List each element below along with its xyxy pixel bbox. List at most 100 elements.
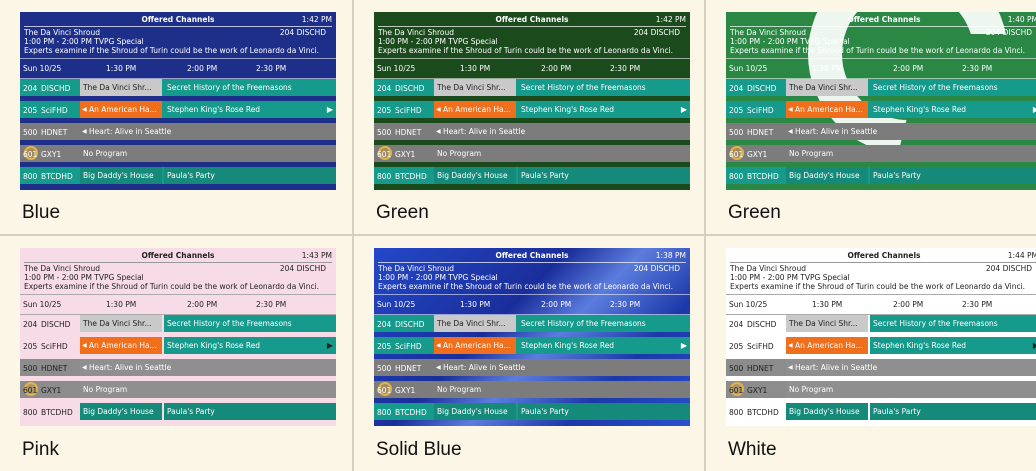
program-cell[interactable]: Big Daddy's House: [786, 167, 868, 184]
channel-row[interactable]: 500 HDNET Heart: Alive in Seattle ◀: [374, 122, 690, 141]
channel-row[interactable]: 601 GXY1 No Program: [726, 380, 1036, 399]
program-cell[interactable]: The Da Vinci Shr...: [434, 315, 516, 332]
program-cell[interactable]: The Da Vinci Shr...: [786, 315, 868, 332]
channel-row[interactable]: 500 HDNET Heart: Alive in Seattle ◀: [726, 358, 1036, 377]
program-cell[interactable]: Big Daddy's House: [80, 167, 162, 184]
channel-row[interactable]: 601 GXY1 No Program: [20, 380, 336, 399]
program-cell[interactable]: No Program: [786, 381, 1036, 398]
theme-cell[interactable]: Offered Channels 1:42 PM The Da Vinci Sh…: [354, 0, 706, 236]
program-cell[interactable]: Paula's Party: [164, 403, 336, 420]
program-cell[interactable]: Stephen King's Rose Red: [518, 101, 690, 118]
channel-number: 500: [729, 128, 744, 137]
channel-row[interactable]: 800 BTCDHD Big Daddy's House Paula's Party: [374, 402, 690, 421]
program-cell[interactable]: An American Ha...: [786, 337, 868, 354]
scroll-right-icon[interactable]: ▶: [681, 105, 687, 114]
program-cell[interactable]: The Da Vinci Shr...: [80, 79, 162, 96]
channel-number: 800: [729, 172, 744, 181]
program-cell[interactable]: Heart: Alive in Seattle: [786, 359, 1036, 376]
continued-left-icon: ◀: [788, 342, 793, 349]
program-cell[interactable]: Secret History of the Freemasons: [870, 315, 1036, 332]
guide-header-title: Offered Channels: [141, 15, 215, 24]
theme-cell[interactable]: Offered Channels 1:43 PM The Da Vinci Sh…: [0, 236, 354, 471]
program-cell[interactable]: Heart: Alive in Seattle: [434, 359, 690, 376]
program-cell[interactable]: Secret History of the Freemasons: [870, 79, 1036, 96]
program-cell[interactable]: Heart: Alive in Seattle: [80, 359, 336, 376]
program-cell[interactable]: Stephen King's Rose Red: [870, 337, 1036, 354]
guide-screen: Offered Channels 1:42 PM The Da Vinci Sh…: [20, 12, 336, 190]
program-cell[interactable]: An American Ha...: [434, 337, 516, 354]
channel-row[interactable]: 205 SciFHD An American Ha... Stephen King's…: [726, 100, 1036, 119]
channel-row[interactable]: 204 DISCHD The Da Vinci Shr... Secret Histo…: [726, 78, 1036, 97]
program-cell[interactable]: No Program: [80, 381, 336, 398]
program-cell[interactable]: No Program: [786, 145, 1036, 162]
program-cell[interactable]: Paula's Party: [870, 167, 1036, 184]
program-cell[interactable]: The Da Vinci Shr...: [80, 315, 162, 332]
program-cell[interactable]: Paula's Party: [164, 167, 336, 184]
program-cell[interactable]: Heart: Alive in Seattle: [80, 123, 336, 140]
program-cell[interactable]: Stephen King's Rose Red: [164, 101, 336, 118]
program-cell[interactable]: Big Daddy's House: [434, 167, 516, 184]
scroll-right-icon[interactable]: ▶: [327, 105, 333, 114]
channel-row[interactable]: 205 SciFHD An American Ha... Stephen King's…: [374, 336, 690, 355]
channel-row[interactable]: 205 SciFHD An American Ha... Stephen King's…: [374, 100, 690, 119]
program-cell[interactable]: Paula's Party: [518, 403, 690, 420]
channel-number: 205: [729, 106, 744, 115]
program-cell[interactable]: Big Daddy's House: [786, 403, 868, 420]
channel-row[interactable]: 601 GXY1 No Program: [374, 144, 690, 163]
channel-name: GXY1: [747, 150, 768, 159]
program-cell[interactable]: Secret History of the Freemasons: [164, 79, 336, 96]
program-cell[interactable]: Stephen King's Rose Red: [164, 337, 336, 354]
program-cell[interactable]: Big Daddy's House: [80, 403, 162, 420]
channel-row[interactable]: 204 DISCHD The Da Vinci Shr... Secret Histo…: [20, 314, 336, 333]
program-cell[interactable]: Heart: Alive in Seattle: [786, 123, 1036, 140]
scroll-right-icon[interactable]: ▶: [681, 341, 687, 350]
program-cell[interactable]: No Program: [434, 145, 690, 162]
time-slot: 1:30 PM: [106, 300, 137, 309]
channel-row[interactable]: 205 SciFHD An American Ha... Stephen King's…: [726, 336, 1036, 355]
theme-cell[interactable]: Offered Channels 1:44 PM The Da Vinci Sh…: [706, 236, 1036, 471]
channel-row[interactable]: 601 GXY1 No Program: [20, 144, 336, 163]
program-cell[interactable]: Stephen King's Rose Red: [518, 337, 690, 354]
show-time: 1:00 PM - 2:00 PM TVPG Special: [730, 273, 850, 282]
channel-row[interactable]: 800 BTCDHD Big Daddy's House Paula's Party: [374, 166, 690, 185]
program-cell[interactable]: Stephen King's Rose Red: [870, 101, 1036, 118]
program-cell[interactable]: An American Ha...: [80, 337, 162, 354]
channel-row[interactable]: 500 HDNET Heart: Alive in Seattle ◀: [726, 122, 1036, 141]
theme-cell[interactable]: Offered Channels 1:42 PM The Da Vinci Sh…: [0, 0, 354, 236]
channel-row[interactable]: 500 HDNET Heart: Alive in Seattle ◀: [20, 358, 336, 377]
channel-row[interactable]: 800 BTCDHD Big Daddy's House Paula's Party: [726, 402, 1036, 421]
program-cell[interactable]: Paula's Party: [518, 167, 690, 184]
program-cell[interactable]: An American Ha...: [786, 101, 868, 118]
header-divider: [24, 26, 332, 27]
program-cell[interactable]: No Program: [80, 145, 336, 162]
scroll-right-icon[interactable]: ▶: [327, 341, 333, 350]
channel-row[interactable]: 601 GXY1 No Program: [374, 380, 690, 399]
channel-row[interactable]: 500 HDNET Heart: Alive in Seattle ◀: [20, 122, 336, 141]
program-cell[interactable]: The Da Vinci Shr...: [786, 79, 868, 96]
channel-row[interactable]: 205 SciFHD An American Ha... Stephen King's…: [20, 100, 336, 119]
program-cell[interactable]: Big Daddy's House: [434, 403, 516, 420]
channel-row[interactable]: 500 HDNET Heart: Alive in Seattle ◀: [374, 358, 690, 377]
theme-cell[interactable]: Offered Channels 1:40 PM The Da Vinci Sh…: [706, 0, 1036, 236]
channel-row[interactable]: 204 DISCHD The Da Vinci Shr... Secret Histo…: [374, 78, 690, 97]
channel-row[interactable]: 204 DISCHD The Da Vinci Shr... Secret Histo…: [374, 314, 690, 333]
program-cell[interactable]: Secret History of the Freemasons: [518, 79, 690, 96]
theme-cell[interactable]: Offered Channels 1:38 PM The Da Vinci Sh…: [354, 236, 706, 471]
program-cell[interactable]: Secret History of the Freemasons: [164, 315, 336, 332]
channel-row[interactable]: 800 BTCDHD Big Daddy's House Paula's Party: [20, 166, 336, 185]
channel-row[interactable]: 800 BTCDHD Big Daddy's House Paula's Party: [20, 402, 336, 421]
program-cell[interactable]: Secret History of the Freemasons: [518, 315, 690, 332]
channel-row[interactable]: 204 DISCHD The Da Vinci Shr... Secret Histo…: [20, 78, 336, 97]
channel-row[interactable]: 800 BTCDHD Big Daddy's House Paula's Party: [726, 166, 1036, 185]
guide-header-title: Offered Channels: [847, 251, 921, 260]
program-cell[interactable]: An American Ha...: [80, 101, 162, 118]
program-cell[interactable]: Heart: Alive in Seattle: [434, 123, 690, 140]
program-cell[interactable]: Paula's Party: [870, 403, 1036, 420]
program-cell[interactable]: No Program: [434, 381, 690, 398]
channel-row[interactable]: 601 GXY1 No Program: [726, 144, 1036, 163]
program-cell[interactable]: An American Ha...: [434, 101, 516, 118]
program-cell[interactable]: The Da Vinci Shr...: [434, 79, 516, 96]
time-bar: Sun 10/25 1:30 PM 2:00 PM 2:30 PM: [374, 294, 690, 315]
channel-row[interactable]: 205 SciFHD An American Ha... Stephen King's…: [20, 336, 336, 355]
channel-row[interactable]: 204 DISCHD The Da Vinci Shr... Secret Histo…: [726, 314, 1036, 333]
